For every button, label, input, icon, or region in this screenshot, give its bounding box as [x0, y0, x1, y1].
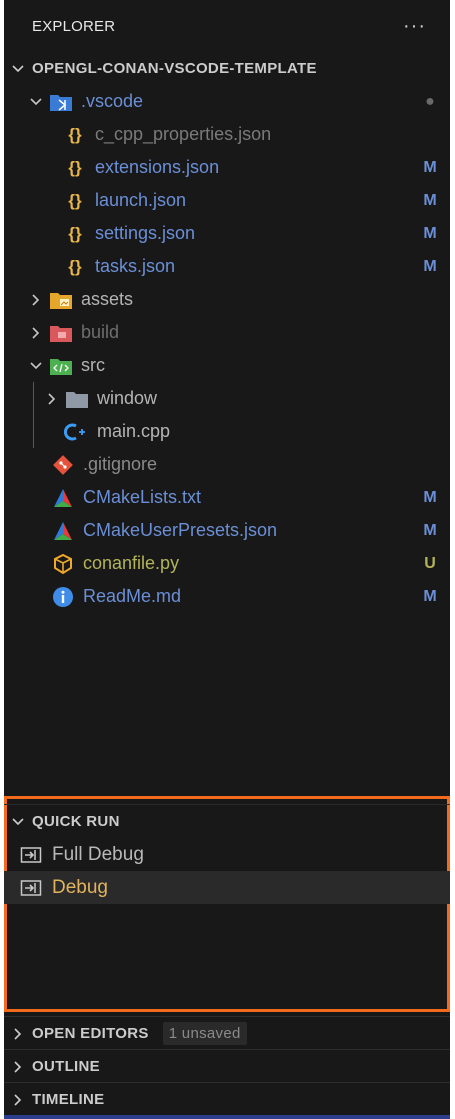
build-folder-icon: [48, 323, 74, 343]
git-status-badge: M: [423, 587, 437, 605]
explorer-title: EXPLORER: [32, 17, 116, 35]
outline-section: OUTLINE: [4, 1049, 450, 1082]
root-folder-label: OPENGL-CONAN-VSCODE-TEMPLATE: [32, 60, 317, 77]
quick-run-item-full-debug[interactable]: Full Debug: [4, 838, 450, 871]
tree-folder-assets[interactable]: assets: [4, 283, 450, 316]
chevron-right-icon: [4, 1093, 32, 1107]
chevron-right-icon: [4, 1027, 32, 1041]
tree-file-tasks[interactable]: {} tasks.json M: [4, 250, 450, 283]
git-status-badge: M: [423, 158, 437, 176]
json-braces-icon: {}: [68, 124, 82, 144]
src-folder-icon: [48, 356, 74, 376]
tree-folder-window[interactable]: window: [4, 382, 450, 415]
git-status-badge: M: [423, 191, 437, 209]
timeline-section: TIMELINE: [4, 1082, 450, 1115]
git-status-badge: M: [423, 257, 437, 275]
chevron-right-icon: [4, 1060, 32, 1074]
cmake-icon: [50, 520, 76, 542]
tree-folder-vscode[interactable]: .vscode ●: [4, 85, 450, 118]
quick-run-panel: QUICK RUN Full Debug Debug: [4, 804, 450, 904]
outline-header[interactable]: OUTLINE: [4, 1050, 450, 1083]
chevron-right-icon: [26, 326, 46, 340]
tree-file-cmakelists[interactable]: CMakeLists.txt M: [4, 481, 450, 514]
chevron-down-icon: [26, 359, 46, 373]
tree-item-label: conanfile.py: [83, 553, 180, 573]
unsaved-count-badge: 1 unsaved: [162, 1022, 247, 1045]
tree-item-label: src: [81, 355, 105, 375]
tree-file-c-cpp-properties[interactable]: {} c_cpp_properties.json: [4, 118, 450, 151]
cpp-icon: [64, 422, 90, 442]
tree-item-label: build: [81, 322, 120, 342]
json-braces-icon: {}: [68, 190, 82, 210]
tree-item-label: c_cpp_properties.json: [95, 124, 272, 144]
quick-run-item-debug[interactable]: Debug: [4, 871, 450, 904]
quick-run-title: QUICK RUN: [32, 813, 120, 830]
tree-item-label: main.cpp: [97, 421, 171, 441]
open-editors-header[interactable]: OPEN EDITORS 1 unsaved: [4, 1017, 450, 1050]
tree-folder-build[interactable]: build: [4, 316, 450, 349]
open-editors-title: OPEN EDITORS: [32, 1025, 149, 1042]
git-status-badge: M: [423, 224, 437, 242]
tree-indent-guide: [33, 382, 34, 448]
vscode-folder-icon: [48, 92, 74, 112]
explorer-sidebar: EXPLORER ··· OPENGL-CONAN-VSCODE-TEMPLAT…: [4, 0, 450, 1119]
modified-dot-badge: ●: [425, 92, 435, 110]
tree-item-label: CMakeLists.txt: [83, 487, 202, 507]
folder-icon: [64, 389, 90, 409]
chevron-down-icon: [4, 815, 32, 829]
chevron-down-icon: [26, 95, 46, 109]
tree-item-label: .vscode: [81, 91, 144, 111]
info-icon: [50, 586, 76, 608]
timeline-header[interactable]: TIMELINE: [4, 1083, 450, 1116]
tree-item-label: window: [97, 388, 158, 408]
git-status-badge: U: [424, 554, 436, 572]
tree-folder-src[interactable]: src: [4, 349, 450, 382]
cmake-icon: [50, 487, 76, 509]
json-braces-icon: {}: [68, 157, 82, 177]
chevron-right-icon: [42, 392, 62, 406]
run-task-icon: [18, 879, 44, 897]
tree-file-launch[interactable]: {} launch.json M: [4, 184, 450, 217]
timeline-title: TIMELINE: [32, 1091, 105, 1108]
assets-folder-icon: [48, 290, 74, 310]
outline-title: OUTLINE: [32, 1058, 100, 1075]
quick-run-header[interactable]: QUICK RUN: [4, 805, 450, 838]
run-task-icon: [18, 846, 44, 864]
quick-run-item-label: Full Debug: [52, 843, 144, 865]
tree-item-label: .gitignore: [83, 454, 158, 474]
tree-item-label: tasks.json: [95, 256, 176, 276]
quick-run-item-label: Debug: [52, 876, 108, 898]
tree-file-settings[interactable]: {} settings.json M: [4, 217, 450, 250]
tree-file-readme[interactable]: ReadMe.md M: [4, 580, 450, 613]
explorer-titlebar: EXPLORER ···: [4, 0, 450, 52]
tree-item-label: ReadMe.md: [83, 586, 182, 606]
conan-icon: [50, 553, 76, 575]
tree-item-label: CMakeUserPresets.json: [83, 520, 278, 540]
tree-file-cmakeuserpresets[interactable]: CMakeUserPresets.json M: [4, 514, 450, 547]
status-bar-edge: [4, 1115, 450, 1119]
chevron-right-icon: [26, 293, 46, 307]
root-folder-header[interactable]: OPENGL-CONAN-VSCODE-TEMPLATE: [4, 52, 450, 85]
tree-item-label: settings.json: [95, 223, 196, 243]
tree-file-conanfile[interactable]: conanfile.py U: [4, 547, 450, 580]
git-status-badge: M: [423, 521, 437, 539]
git-icon: [50, 454, 76, 476]
json-braces-icon: {}: [68, 256, 82, 276]
tree-item-label: assets: [81, 289, 134, 309]
tree-file-gitignore[interactable]: .gitignore: [4, 448, 450, 481]
git-status-badge: M: [423, 488, 437, 506]
json-braces-icon: {}: [68, 223, 82, 243]
tree-item-label: launch.json: [95, 190, 187, 210]
chevron-down-icon: [4, 62, 32, 76]
open-editors-section: OPEN EDITORS 1 unsaved: [4, 1016, 450, 1049]
tree-file-main-cpp[interactable]: main.cpp: [4, 415, 450, 448]
tree-file-extensions[interactable]: {} extensions.json M: [4, 151, 450, 184]
tree-item-label: extensions.json: [95, 157, 220, 177]
more-actions-icon[interactable]: ···: [403, 15, 426, 38]
